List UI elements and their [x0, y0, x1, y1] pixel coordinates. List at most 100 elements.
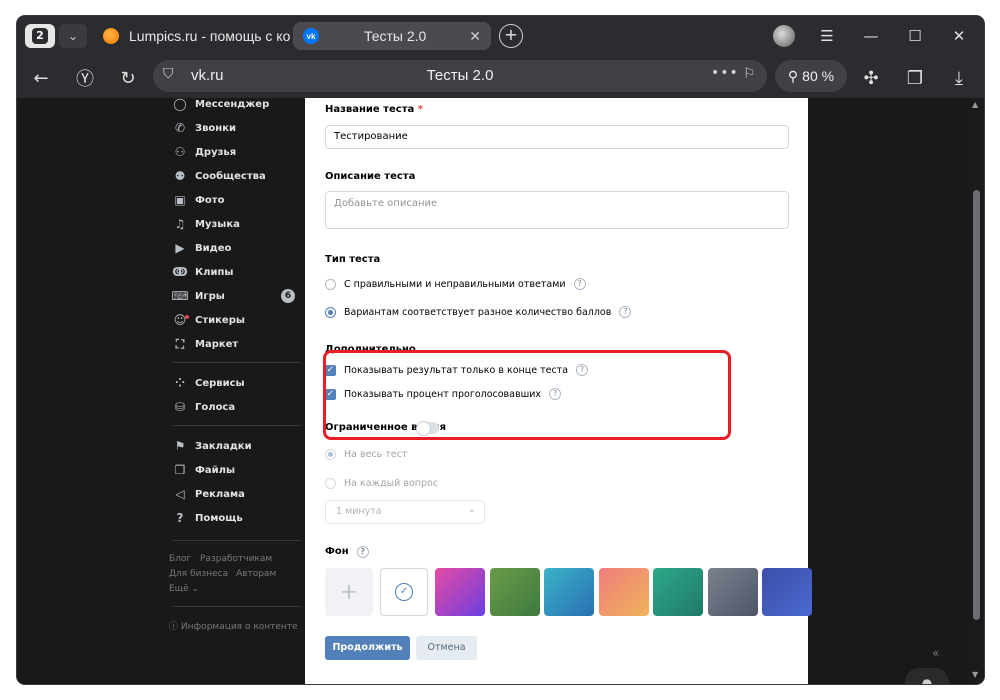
background-none-swatch[interactable]: ✓ [380, 568, 428, 616]
video-icon: ▶ [175, 241, 185, 255]
description-label: Описание теста [325, 171, 416, 182]
menu-item-market[interactable]: ⛶ Маркет [173, 334, 313, 354]
tab-counter-button[interactable]: 2 [25, 24, 55, 48]
menu-item-music[interactable]: ♫ Музыка [173, 214, 313, 234]
menu-item-communities[interactable]: ⚉ Сообщества [173, 166, 313, 186]
help-icon[interactable]: ? [573, 278, 586, 290]
stickers-icon: ☺ [173, 313, 189, 327]
continue-button[interactable]: Продолжить [325, 636, 410, 660]
footer-link-authors[interactable]: Авторам [236, 569, 276, 579]
background-label: Фон? [325, 546, 369, 558]
help-icon[interactable]: ? [619, 306, 632, 318]
scroll-down-arrow-icon[interactable]: ▼ [972, 670, 978, 679]
info-icon: ⓘ [169, 622, 181, 632]
cancel-button[interactable]: Отмена [416, 636, 477, 660]
zoom-indicator[interactable]: ⚲ 80 % [775, 60, 847, 92]
chevron-down-icon: ⌄ [467, 504, 476, 515]
time-option-each-question[interactable]: На каждый вопрос [325, 475, 438, 491]
radio-button[interactable] [325, 477, 336, 489]
market-icon: ⛶ [175, 336, 185, 351]
address-bar[interactable]: ⛉ vk.ru Тесты 2.0 ••• ⚐ [153, 60, 767, 92]
menu-divider [173, 425, 301, 426]
menu-item-messenger[interactable]: ◯ Мессенджер [173, 98, 313, 114]
menu-item-label: Сервисы [195, 377, 245, 389]
menu-item-label: Файлы [195, 464, 236, 476]
menu-item-friends[interactable]: ⚇ Друзья [173, 142, 313, 162]
menu-item-services[interactable]: ⁘ Сервисы [173, 373, 313, 393]
footer-content-info[interactable]: ⓘ Информация о контенте [169, 619, 298, 632]
menu-item-photo[interactable]: ▣ Фото [173, 190, 313, 210]
duration-select[interactable]: 1 минута ⌄ [325, 500, 485, 524]
type-option-points[interactable]: Вариантам соответствует разное количеств… [325, 304, 632, 320]
footer-link-developers[interactable]: Разработчикам [200, 554, 272, 564]
time-option-whole-test[interactable]: На весь тест [325, 446, 407, 462]
menu-item-games[interactable]: ⌨ Игры 6 [171, 286, 313, 306]
background-swatch-teal-blue[interactable] [544, 568, 594, 616]
background-swatch-pink-purple[interactable] [435, 568, 485, 616]
menu-icon[interactable]: ☰ [813, 24, 841, 48]
menu-item-votes[interactable]: ⛁ Голоса [173, 397, 313, 417]
page-scrollbar[interactable]: ▲ ▼ [969, 98, 984, 684]
notification-dot [185, 315, 189, 319]
background-swatch-emerald[interactable] [653, 568, 703, 616]
tab-tests[interactable]: vk Тесты 2.0 ✕ [293, 22, 491, 50]
bookmark-icon[interactable]: ⚐ [743, 66, 756, 82]
maximize-icon[interactable]: ☐ [901, 24, 929, 48]
annotation-highlight-box [323, 350, 731, 440]
add-background-button[interactable]: + [325, 568, 373, 616]
menu-item-ads[interactable]: ◁ Реклама [173, 484, 313, 504]
scroll-up-arrow-icon[interactable]: ▲ [972, 100, 978, 109]
double-chevron-left-icon[interactable]: « [932, 646, 939, 660]
close-tab-icon[interactable]: ✕ [469, 28, 481, 45]
back-arrow-icon[interactable]: ← [27, 64, 55, 92]
radio-button[interactable] [325, 306, 336, 318]
menu-item-stickers[interactable]: ☺ Стикеры [173, 310, 313, 330]
close-window-icon[interactable]: ✕ [945, 24, 973, 48]
test-type-label: Тип теста [325, 254, 381, 265]
yandex-icon[interactable]: Ⓨ [71, 64, 99, 92]
menu-item-clips[interactable]: ↂ Клипы [172, 262, 313, 282]
menu-divider [173, 362, 301, 363]
help-icon[interactable]: ? [356, 546, 369, 558]
test-name-input[interactable]: Тестирование [325, 125, 789, 149]
menu-item-video[interactable]: ▶ Видео [173, 238, 313, 258]
navigation-bar: ← Ⓨ ↻ ⛉ vk.ru Тесты 2.0 ••• ⚐ ⚲ 80 % ✣ ❐… [17, 56, 984, 98]
scroll-thumb[interactable] [973, 190, 980, 620]
radio-button[interactable] [325, 448, 336, 460]
background-swatch-slate[interactable] [707, 568, 758, 616]
description-textarea[interactable]: Добавьте описание [325, 191, 789, 229]
chat-bubble-icon[interactable]: ● [905, 668, 949, 684]
menu-item-label: Мессенджер [195, 98, 270, 110]
vk-favicon-icon: vk [303, 28, 319, 44]
background-swatch-coral-orange[interactable] [598, 568, 649, 616]
option-label: С правильными и неправильными ответами [344, 278, 566, 290]
background-swatch-indigo[interactable] [762, 568, 812, 616]
download-icon[interactable]: ⤓ [945, 64, 973, 92]
menu-item-label: Видео [195, 242, 232, 254]
reload-icon[interactable]: ↻ [114, 64, 142, 92]
profile-avatar[interactable] [773, 25, 795, 47]
footer-link-blog[interactable]: Блог [169, 554, 191, 564]
chevron-down-icon[interactable]: ⌄ [59, 24, 87, 48]
menu-item-bookmarks[interactable]: ⚑ Закладки [173, 436, 313, 456]
menu-item-calls[interactable]: ✆ Звонки [173, 118, 313, 138]
background-swatch-green[interactable] [489, 568, 540, 616]
menu-item-label: Звонки [195, 122, 237, 134]
footer-link-business[interactable]: Для бизнеса [169, 569, 228, 579]
collections-icon[interactable]: ❐ [901, 64, 929, 92]
tab-title: Lumpics.ru - помощь с ко [129, 28, 291, 44]
menu-item-label: Помощь [195, 512, 243, 524]
zoom-value: 80 % [802, 68, 835, 84]
type-option-right-wrong[interactable]: С правильными и неправильными ответами? [325, 276, 586, 292]
radio-button[interactable] [325, 278, 336, 290]
clips-icon: ↂ [172, 265, 188, 279]
name-label-text: Название теста [325, 104, 415, 115]
menu-item-files[interactable]: ❒ Файлы [173, 460, 313, 480]
menu-item-help[interactable]: ? Помощь [173, 508, 313, 528]
footer-link-more[interactable]: Ещё ⌄ [169, 584, 199, 594]
new-tab-icon[interactable]: + [499, 24, 523, 48]
more-dots-icon[interactable]: ••• [711, 65, 739, 81]
tab-lumpics[interactable]: Lumpics.ru - помощь с ко [93, 22, 293, 50]
extensions-icon[interactable]: ✣ [857, 64, 885, 92]
minimize-icon[interactable]: — [857, 24, 885, 48]
